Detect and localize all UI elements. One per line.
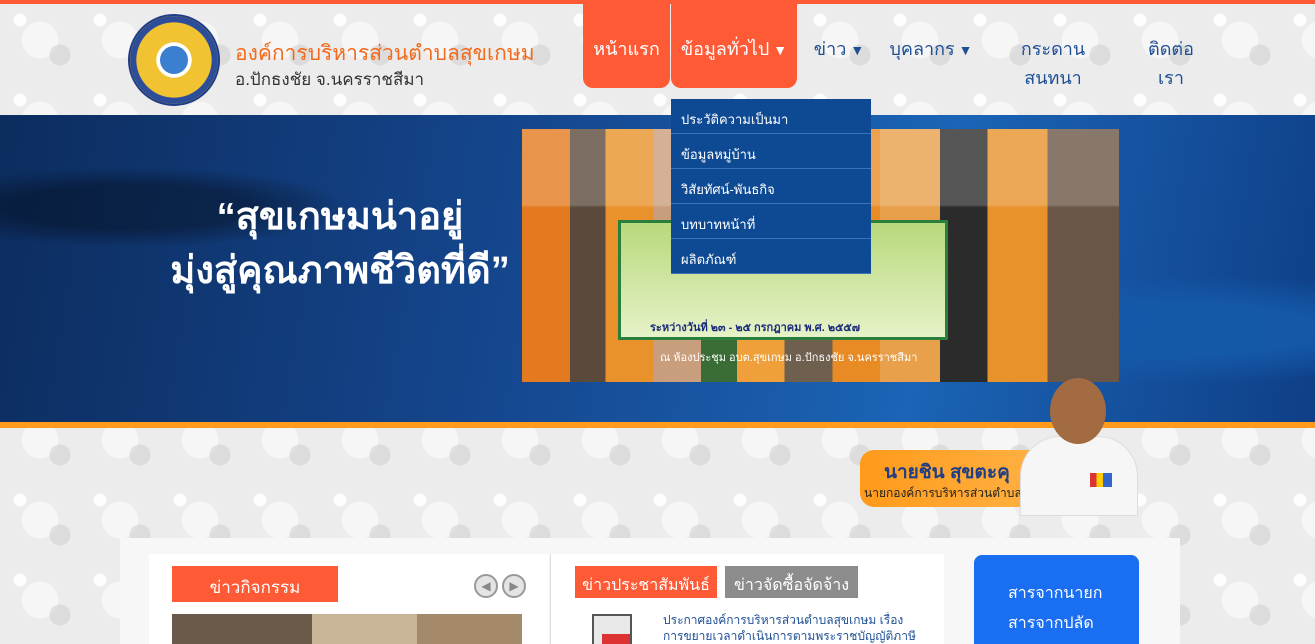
org-logo[interactable] <box>128 14 220 106</box>
dropdown-item-vision-mission[interactable]: วิสัยทัศน์-พันธกิจ <box>671 169 871 204</box>
slogan-line-1: “สุขเกษมน่าอยู่ <box>216 196 464 238</box>
nav-staff-label: บุคลากร <box>889 39 955 59</box>
tab-pr-news[interactable]: ข่าวประชาสัมพันธ์ <box>575 566 717 598</box>
mayor-name: นายชิน สุขตะคุ <box>884 462 1010 483</box>
slogan-line-2: มุ่งสู่คุณภาพชีวิตที่ดี” <box>170 250 510 292</box>
nav-news[interactable]: ข่าว ▼ <box>812 4 866 88</box>
chevron-down-icon: ▼ <box>850 42 865 58</box>
mayor-portrait <box>1020 378 1138 516</box>
nav-home[interactable]: หน้าแรก <box>583 4 670 88</box>
nav-general-info-label: ข้อมูลทั่วไป <box>680 39 770 59</box>
chevron-down-icon: ▼ <box>773 42 788 58</box>
news-item-link[interactable]: ประกาศองค์การบริหารส่วนตำบลสุขเกษม เรื่อ… <box>663 612 927 644</box>
prev-arrow-icon[interactable]: ◀ <box>474 574 498 598</box>
mayor-uniform <box>1020 436 1138 516</box>
nav-discussion-board[interactable]: กระดานสนทนา <box>998 4 1108 88</box>
nav-contact-label: ติดต่อเรา <box>1148 39 1194 88</box>
side-link-clerk-message[interactable]: สารจากปลัด <box>1008 611 1094 636</box>
nav-news-label: ข่าว <box>813 39 847 59</box>
photo-caption-venue: ณ ห้องประชุม อบต.สุขเกษม อ.ปักธงชัย จ.นค… <box>660 352 918 364</box>
general-info-dropdown: ประวัติความเป็นมา ข้อมูลหมู่บ้าน วิสัยทั… <box>671 99 871 274</box>
tab-activity-news[interactable]: ข่าวกิจกรรม <box>172 566 338 602</box>
mayor-title: นายกองค์การบริหารส่วนตำบล <box>864 486 1022 500</box>
dropdown-item-villages[interactable]: ข้อมูลหมู่บ้าน <box>671 134 871 169</box>
org-location: อ.ปักธงชัย จ.นครราชสีมา <box>235 70 425 89</box>
pdf-label-icon <box>602 634 630 644</box>
chevron-down-icon: ▼ <box>958 42 973 58</box>
banner-slogan: “สุขเกษมน่าอยู่ มุ่งสู่คุณภาพชีวิตที่ดี” <box>170 190 510 298</box>
activity-thumbnail[interactable] <box>172 614 522 644</box>
nav-discussion-board-label: กระดานสนทนา <box>1020 39 1086 88</box>
dropdown-item-products[interactable]: ผลิตภัณฑ์ <box>671 239 871 274</box>
nav-staff[interactable]: บุคลากร ▼ <box>889 4 973 88</box>
site-header: องค์การบริหารส่วนตำบลสุขเกษม อ.ปักธงชัย … <box>0 4 1315 115</box>
dropdown-item-roles[interactable]: บทบาทหน้าที่ <box>671 204 871 239</box>
side-link-mayor-message[interactable]: สารจากนายก <box>1008 581 1102 606</box>
dropdown-item-history[interactable]: ประวัติความเป็นมา <box>671 99 871 134</box>
next-arrow-icon[interactable]: ▶ <box>502 574 526 598</box>
nav-contact[interactable]: ติดต่อเรา <box>1136 4 1206 88</box>
nav-general-info[interactable]: ข้อมูลทั่วไป ▼ <box>671 4 797 88</box>
nav-home-label: หน้าแรก <box>593 39 660 59</box>
logo-seal-icon <box>158 44 190 76</box>
medal-icon <box>1090 473 1112 487</box>
tab-procurement-news[interactable]: ข่าวจัดซื้อจัดจ้าง <box>725 566 858 598</box>
photo-caption-date: ระหว่างวันที่ ๒๓ - ๒๕ กรกฎาคม พ.ศ. ๒๕๕๗ <box>650 322 861 334</box>
mayor-face <box>1050 378 1106 444</box>
